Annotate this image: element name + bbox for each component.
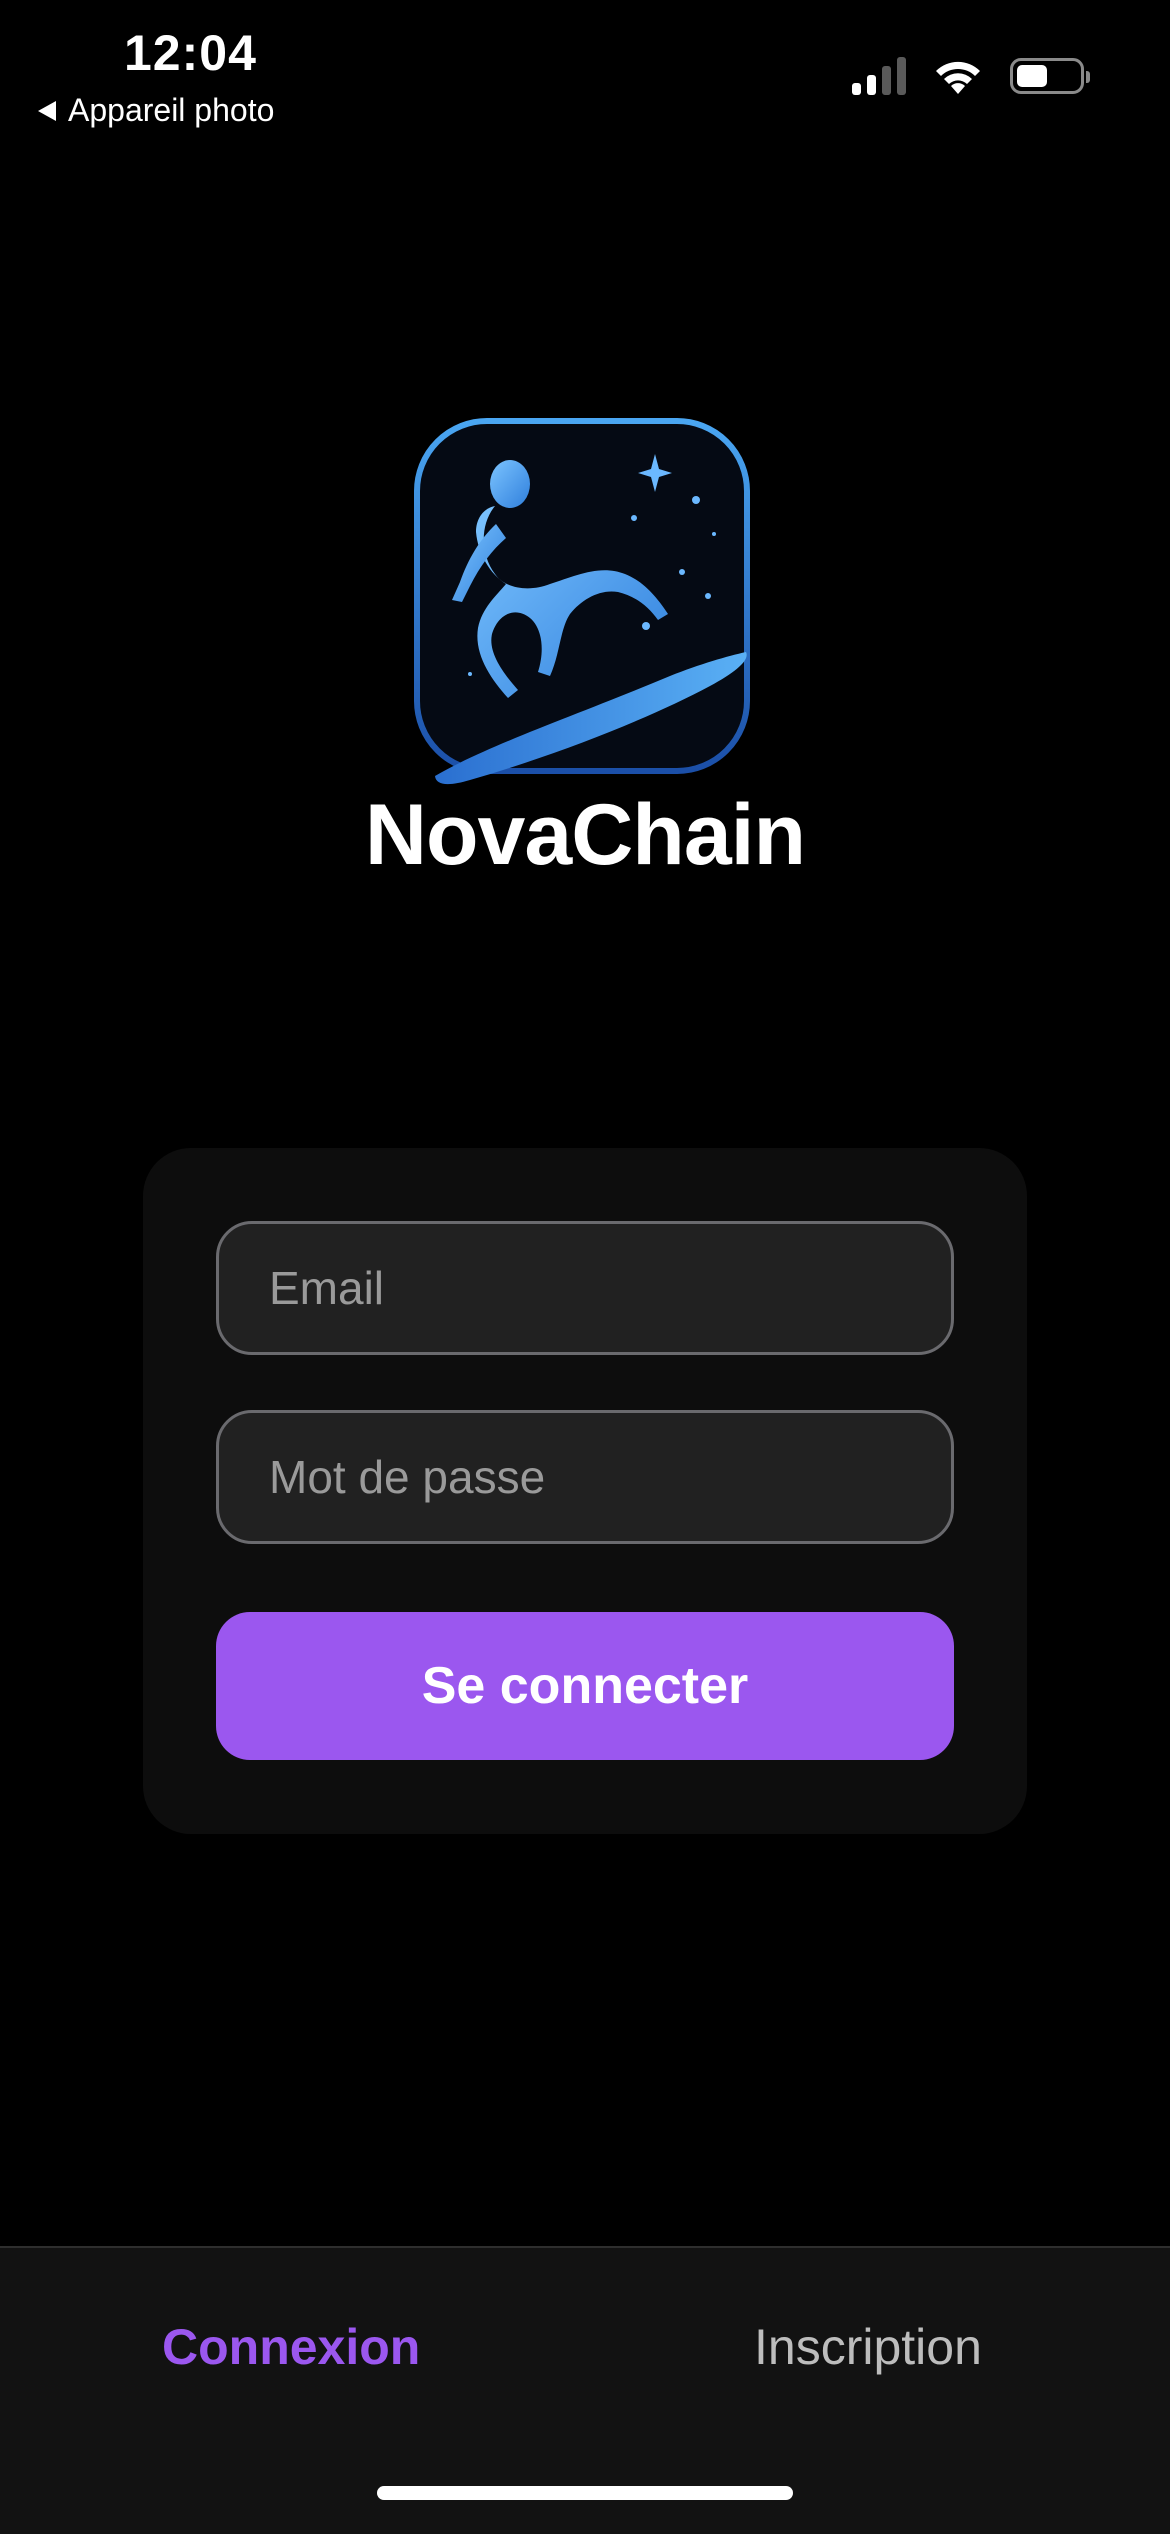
surfer-logo-icon: [414, 418, 750, 785]
status-icons: [852, 56, 1090, 96]
password-field[interactable]: Mot de passe: [216, 1410, 954, 1544]
back-app-label: Appareil photo: [68, 92, 275, 128]
status-time: 12:04: [124, 25, 257, 81]
email-field[interactable]: Email: [216, 1221, 954, 1355]
password-placeholder: Mot de passe: [269, 1451, 546, 1503]
brand-name: NovaChain: [364, 787, 806, 883]
tab-inscription[interactable]: Inscription: [754, 2318, 982, 2376]
wifi-icon: [936, 61, 980, 94]
home-indicator[interactable]: [377, 2486, 793, 2500]
back-to-app-link[interactable]: Appareil photo: [38, 92, 274, 129]
login-button[interactable]: Se connecter: [216, 1612, 954, 1760]
battery-icon: [1010, 58, 1090, 94]
tab-connexion[interactable]: Connexion: [162, 2318, 420, 2376]
cellular-signal-icon: [852, 57, 906, 95]
email-placeholder: Email: [269, 1262, 385, 1314]
back-arrow-icon: [38, 100, 56, 121]
